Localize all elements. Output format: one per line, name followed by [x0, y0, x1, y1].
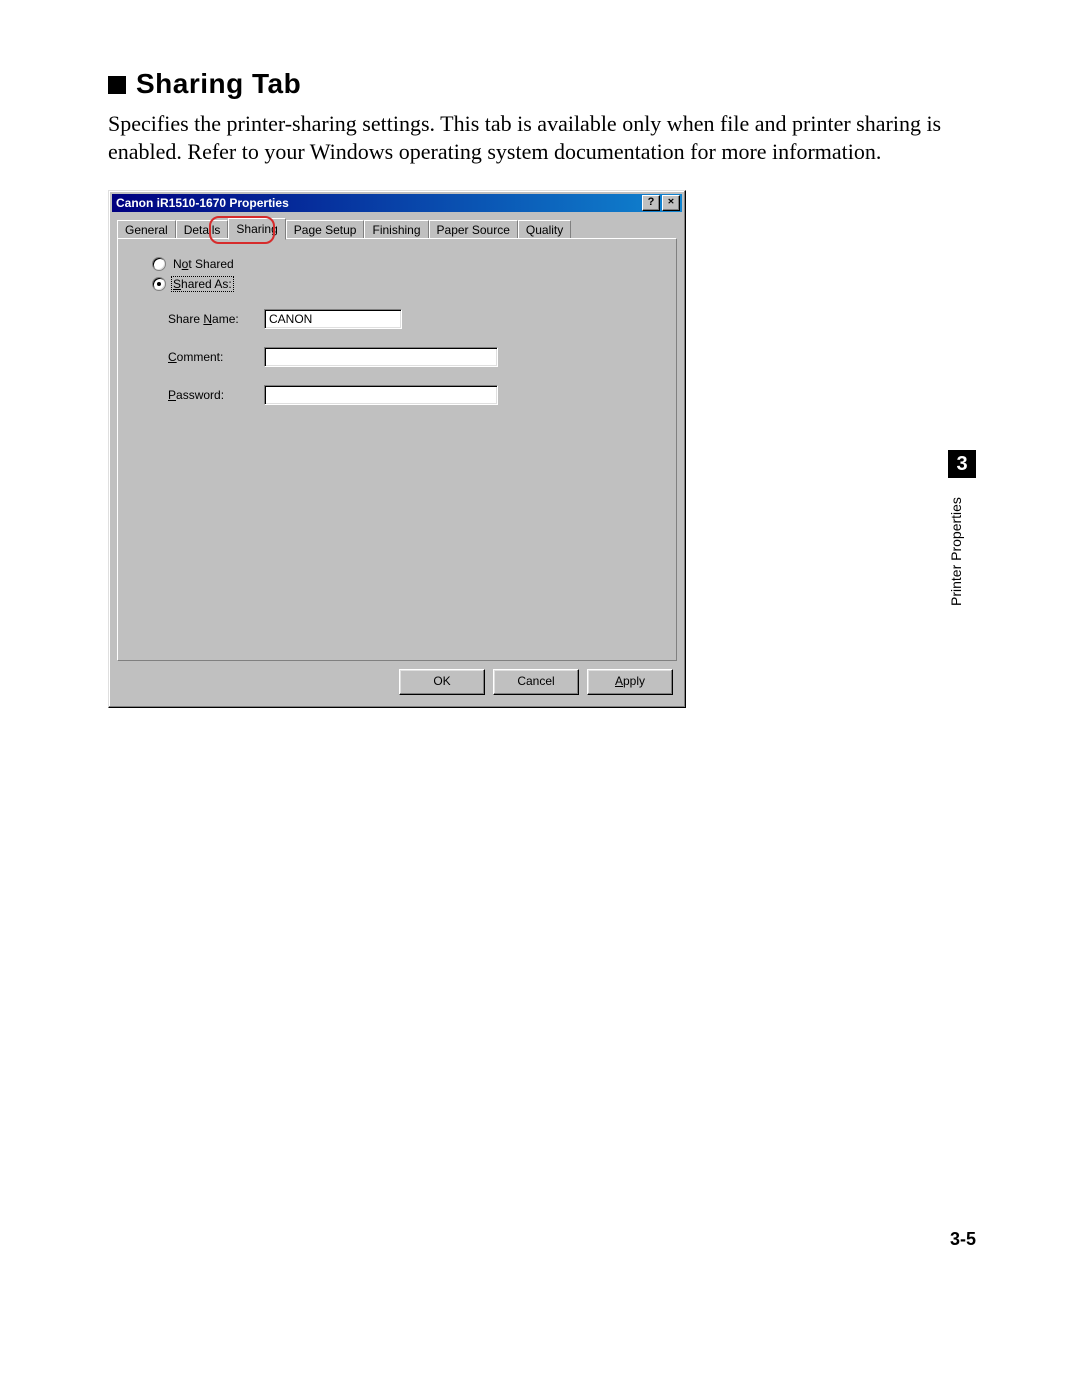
input-value: CANON [269, 312, 312, 326]
close-button[interactable]: × [662, 195, 680, 211]
tab-finishing[interactable]: Finishing [364, 220, 428, 239]
comment-input[interactable] [264, 347, 498, 367]
apply-button[interactable]: Apply [587, 669, 673, 695]
chapter-number-tab: 3 [948, 450, 976, 478]
properties-dialog: Canon iR1510-1670 Properties ? × General… [108, 190, 686, 708]
close-icon: × [668, 197, 674, 208]
tab-label: General [125, 223, 168, 237]
tab-paper-source[interactable]: Paper Source [429, 220, 518, 239]
tab-details[interactable]: Details [176, 220, 229, 239]
section-body: Specifies the printer-sharing settings. … [108, 110, 976, 166]
button-label: Apply [615, 674, 645, 688]
tab-sharing[interactable]: Sharing [228, 218, 285, 240]
heading-bullet-icon [108, 76, 126, 94]
sharing-panel: Not Shared Shared As: Share Name: CANON [117, 238, 677, 661]
section-heading: Sharing Tab [108, 68, 976, 100]
field-comment: Comment: [168, 347, 498, 367]
radio-icon [152, 277, 166, 291]
share-name-input[interactable]: CANON [264, 309, 402, 329]
radio-not-shared[interactable]: Not Shared [152, 257, 235, 271]
chapter-number: 3 [956, 453, 967, 475]
tab-label: Paper Source [437, 223, 510, 237]
ok-button[interactable]: OK [399, 669, 485, 695]
field-password: Password: [168, 385, 498, 405]
cancel-button[interactable]: Cancel [493, 669, 579, 695]
tab-label: Page Setup [294, 223, 357, 237]
heading-text: Sharing Tab [136, 68, 301, 99]
tab-label: Quality [526, 223, 563, 237]
tab-label: Sharing [236, 222, 277, 236]
tab-page-setup[interactable]: Page Setup [286, 220, 365, 239]
chapter-label: Printer Properties [948, 486, 976, 606]
radio-label: Shared As: [172, 277, 233, 291]
page-number: 3-5 [950, 1229, 976, 1250]
field-share-name: Share Name: CANON [168, 309, 402, 329]
tab-quality[interactable]: Quality [518, 220, 571, 239]
dialog-title: Canon iR1510-1670 Properties [116, 196, 640, 210]
radio-icon [152, 257, 166, 271]
button-label: Cancel [517, 674, 554, 688]
field-label: Share Name: [168, 312, 256, 326]
field-label: Password: [168, 388, 256, 402]
tabstrip: General Details Sharing Page Setup Finis… [117, 219, 677, 239]
help-icon: ? [648, 196, 655, 208]
tab-label: Finishing [372, 223, 420, 237]
dialog-titlebar: Canon iR1510-1670 Properties ? × [112, 194, 682, 212]
tab-general[interactable]: General [117, 220, 176, 239]
tab-label: Details [184, 223, 221, 237]
dialog-buttons: OK Cancel Apply [399, 669, 673, 695]
radio-shared-as[interactable]: Shared As: [152, 277, 233, 291]
button-label: OK [433, 674, 450, 688]
password-input[interactable] [264, 385, 498, 405]
field-label: Comment: [168, 350, 256, 364]
radio-label: Not Shared [172, 257, 235, 271]
help-button[interactable]: ? [642, 195, 660, 211]
